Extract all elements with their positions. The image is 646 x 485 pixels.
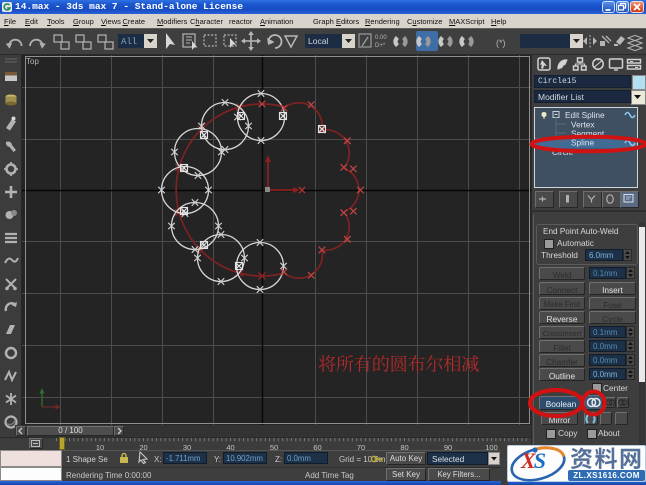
svg-text:All: All xyxy=(121,37,137,47)
svg-text:Local: Local xyxy=(308,36,328,46)
svg-text:0.00: 0.00 xyxy=(375,35,387,41)
svg-text:(*): (*) xyxy=(496,38,506,48)
svg-text:Edit Spline: Edit Spline xyxy=(565,110,605,120)
svg-text:D+*: D+* xyxy=(375,43,386,49)
